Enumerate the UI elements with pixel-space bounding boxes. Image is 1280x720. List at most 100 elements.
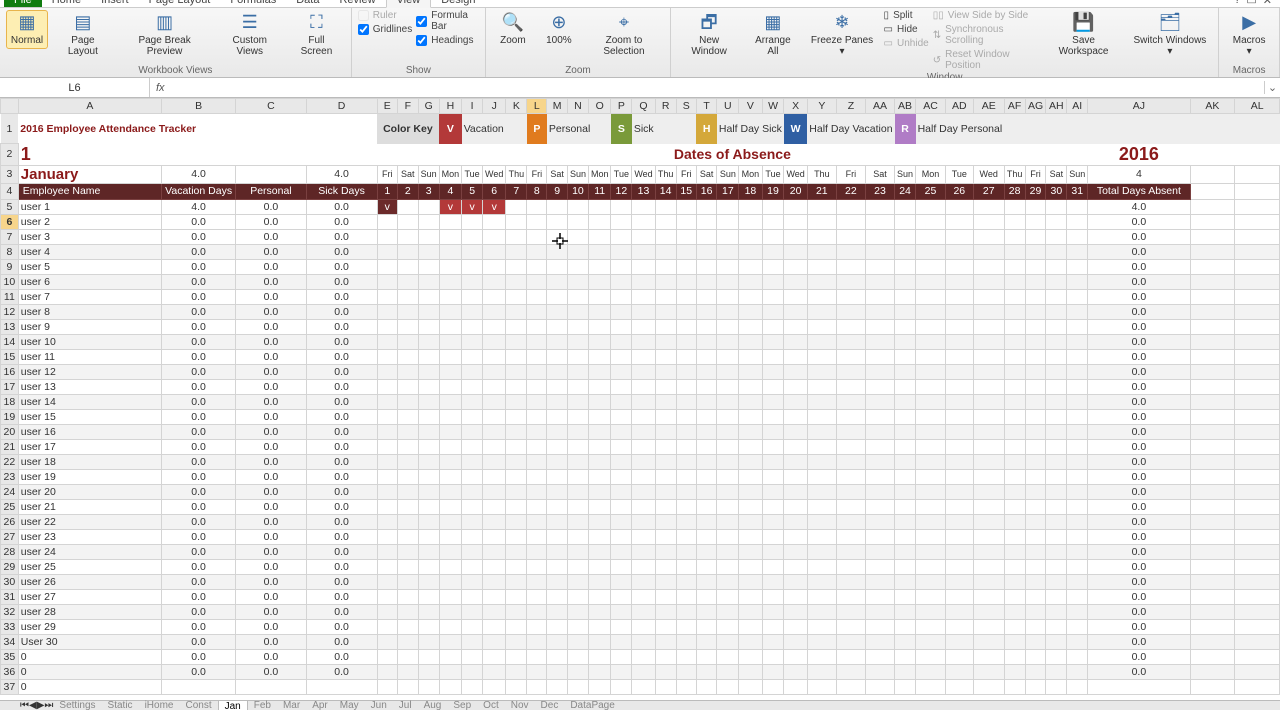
- day-cell[interactable]: [1004, 679, 1025, 694]
- day-cell[interactable]: [1067, 214, 1088, 229]
- sheet-tab-apr[interactable]: Apr: [306, 700, 334, 710]
- day-cell[interactable]: [865, 214, 894, 229]
- day-cell[interactable]: [462, 529, 483, 544]
- day-cell[interactable]: [945, 244, 973, 259]
- day-cell[interactable]: [377, 619, 397, 634]
- day-cell[interactable]: [567, 364, 588, 379]
- day-cell[interactable]: [1067, 304, 1088, 319]
- col-header-Q[interactable]: Q: [632, 99, 655, 114]
- employee-name[interactable]: user 22: [18, 514, 161, 529]
- personal-days[interactable]: 0.0: [236, 319, 306, 334]
- day-cell[interactable]: [696, 574, 717, 589]
- day-cell[interactable]: [676, 664, 696, 679]
- day-cell[interactable]: [632, 214, 655, 229]
- row-header[interactable]: 4: [1, 183, 19, 199]
- vacation-days[interactable]: 0.0: [161, 469, 235, 484]
- day-cell[interactable]: [483, 589, 506, 604]
- day-cell[interactable]: [588, 214, 611, 229]
- day-cell[interactable]: [945, 649, 973, 664]
- day-cell[interactable]: [655, 454, 676, 469]
- day-cell[interactable]: [1046, 349, 1067, 364]
- day-cell[interactable]: [567, 289, 588, 304]
- day-cell[interactable]: [462, 574, 483, 589]
- day-cell[interactable]: [439, 604, 462, 619]
- day-cell[interactable]: [462, 454, 483, 469]
- employee-name[interactable]: user 16: [18, 424, 161, 439]
- day-cell[interactable]: [717, 259, 739, 274]
- day-cell[interactable]: [945, 529, 973, 544]
- day-cell[interactable]: [696, 679, 717, 694]
- day-cell[interactable]: [632, 439, 655, 454]
- vacation-days[interactable]: 0.0: [161, 304, 235, 319]
- day-cell[interactable]: [676, 439, 696, 454]
- day-cell[interactable]: [696, 274, 717, 289]
- total-absent[interactable]: 0.0: [1088, 604, 1190, 619]
- day-cell[interactable]: [1025, 529, 1046, 544]
- formula-expand-icon[interactable]: ⌄: [1264, 81, 1280, 94]
- day-cell[interactable]: [676, 424, 696, 439]
- day-cell[interactable]: [762, 454, 784, 469]
- page-break-preview-button[interactable]: ▥Page Break Preview: [118, 10, 212, 60]
- col-header-AG[interactable]: AG: [1025, 99, 1046, 114]
- day-cell[interactable]: [1067, 544, 1088, 559]
- day-cell[interactable]: [377, 454, 397, 469]
- day-cell[interactable]: [611, 364, 632, 379]
- day-cell[interactable]: [506, 544, 527, 559]
- day-cell[interactable]: [377, 349, 397, 364]
- day-cell[interactable]: [377, 259, 397, 274]
- day-cell[interactable]: [1025, 514, 1046, 529]
- day-cell[interactable]: [784, 514, 807, 529]
- employee-name[interactable]: user 11: [18, 349, 161, 364]
- day-cell[interactable]: [717, 439, 739, 454]
- day-cell[interactable]: [418, 214, 439, 229]
- day-cell[interactable]: [483, 409, 506, 424]
- row-header[interactable]: 36: [1, 664, 19, 679]
- day-cell[interactable]: [973, 589, 1004, 604]
- day-cell[interactable]: [1046, 379, 1067, 394]
- day-cell[interactable]: [462, 319, 483, 334]
- day-cell[interactable]: [1025, 394, 1046, 409]
- day-cell[interactable]: [807, 379, 836, 394]
- day-cell[interactable]: [1067, 424, 1088, 439]
- day-cell[interactable]: [1025, 349, 1046, 364]
- day-cell[interactable]: [506, 529, 527, 544]
- day-cell[interactable]: [762, 379, 784, 394]
- col-header-Y[interactable]: Y: [807, 99, 836, 114]
- day-cell[interactable]: [655, 559, 676, 574]
- day-cell[interactable]: [567, 424, 588, 439]
- day-cell[interactable]: [418, 679, 439, 694]
- total-absent[interactable]: 0.0: [1088, 244, 1190, 259]
- day-cell[interactable]: [462, 229, 483, 244]
- day-cell[interactable]: [418, 424, 439, 439]
- day-cell[interactable]: [588, 619, 611, 634]
- day-cell[interactable]: [1067, 409, 1088, 424]
- day-cell[interactable]: [377, 364, 397, 379]
- day-cell[interactable]: [973, 439, 1004, 454]
- day-cell[interactable]: [1004, 574, 1025, 589]
- day-cell[interactable]: [1004, 544, 1025, 559]
- day-cell[interactable]: [377, 304, 397, 319]
- vacation-days[interactable]: 0.0: [161, 319, 235, 334]
- day-cell[interactable]: [567, 379, 588, 394]
- day-cell[interactable]: [739, 529, 762, 544]
- day-cell[interactable]: [547, 424, 568, 439]
- col-header-X[interactable]: X: [784, 99, 807, 114]
- sheet-tab-settings[interactable]: Settings: [53, 700, 101, 710]
- day-cell[interactable]: [1067, 634, 1088, 649]
- day-cell[interactable]: [807, 289, 836, 304]
- day-cell[interactable]: [611, 229, 632, 244]
- row-header[interactable]: 31: [1, 589, 19, 604]
- day-cell[interactable]: [377, 649, 397, 664]
- day-cell[interactable]: [611, 559, 632, 574]
- day-cell[interactable]: [506, 394, 527, 409]
- day-cell[interactable]: [895, 334, 916, 349]
- day-cell[interactable]: [1067, 604, 1088, 619]
- day-cell[interactable]: [377, 424, 397, 439]
- day-cell[interactable]: [807, 214, 836, 229]
- day-cell[interactable]: [784, 439, 807, 454]
- day-cell[interactable]: [483, 334, 506, 349]
- day-cell[interactable]: [945, 679, 973, 694]
- day-cell[interactable]: [377, 544, 397, 559]
- day-cell[interactable]: [865, 289, 894, 304]
- day-cell[interactable]: [377, 334, 397, 349]
